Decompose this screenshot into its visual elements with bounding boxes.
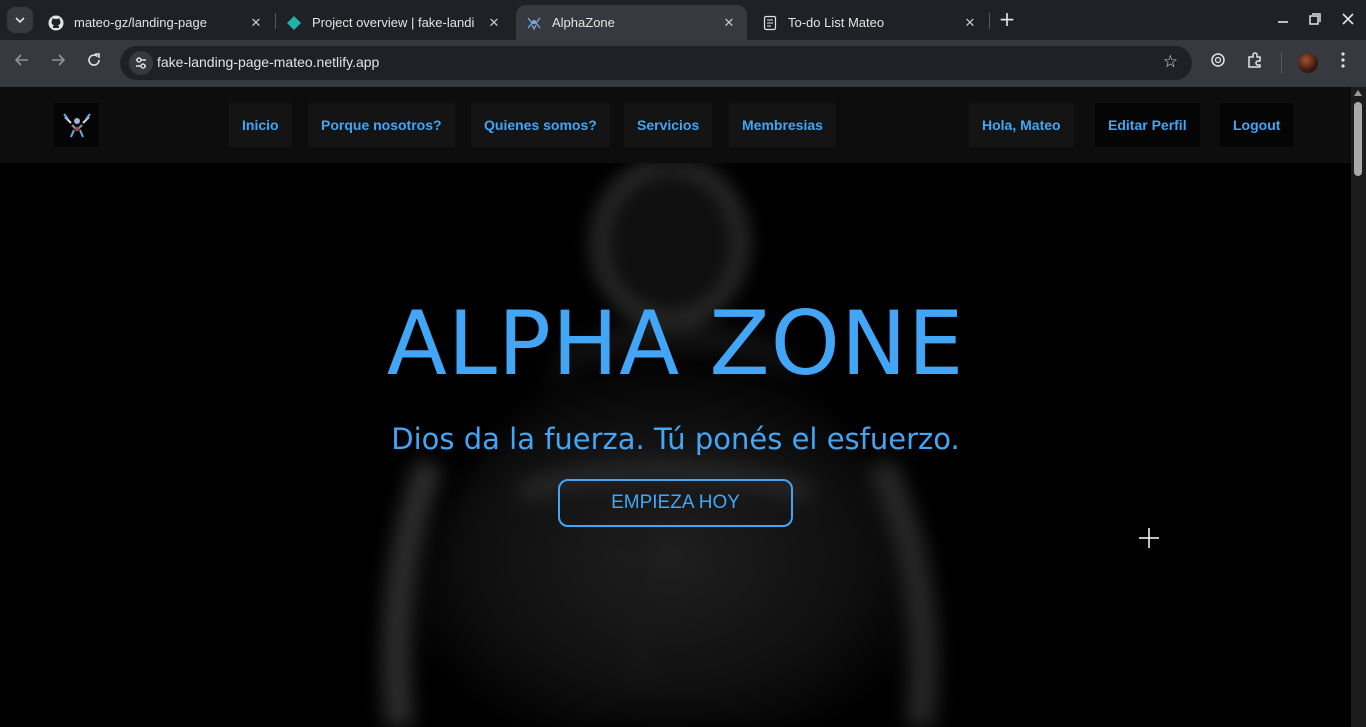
nav-link-servicios[interactable]: Servicios <box>624 103 713 147</box>
scrollbar-thumb[interactable] <box>1354 102 1362 176</box>
toolbar-divider <box>1281 52 1282 74</box>
profile-avatar[interactable] <box>1298 53 1318 73</box>
reload-button[interactable] <box>82 51 106 75</box>
address-bar[interactable]: fake-landing-page-mateo.netlify.app ☆ <box>120 46 1192 80</box>
logout-button[interactable]: Logout <box>1220 103 1294 147</box>
tab-todo[interactable]: To-do List Mateo ✕ <box>752 5 988 40</box>
page-viewport: Inicio Porque nosotros? Quienes somos? S… <box>0 87 1351 727</box>
tab-alphazone[interactable]: AlphaZone ✕ <box>516 5 747 40</box>
close-icon[interactable]: ✕ <box>248 15 264 31</box>
tab-github[interactable]: mateo-gz/landing-page ✕ <box>38 5 274 40</box>
chevron-down-icon <box>15 17 25 23</box>
page-scrollbar[interactable] <box>1351 87 1366 727</box>
forward-button[interactable] <box>46 51 70 75</box>
more-menu-icon[interactable] <box>1331 51 1355 75</box>
document-icon <box>762 15 778 31</box>
site-logo[interactable] <box>54 103 99 147</box>
arrow-left-icon <box>14 54 28 66</box>
minimize-button[interactable] <box>1271 8 1295 32</box>
alphazone-icon <box>526 15 542 31</box>
tab-title: mateo-gz/landing-page <box>74 15 207 30</box>
move-cursor-icon <box>1139 528 1159 548</box>
back-button[interactable] <box>10 51 34 75</box>
edit-profile-button[interactable]: Editar Perfil <box>1095 103 1200 147</box>
close-window-button[interactable] <box>1336 8 1360 32</box>
tune-icon <box>136 57 146 69</box>
maximize-button[interactable] <box>1303 8 1327 32</box>
scroll-up-arrow-icon[interactable] <box>1354 90 1362 96</box>
cta-empieza-hoy-button[interactable]: EMPIEZA HOY <box>558 479 793 527</box>
hero-title: ALPHA ZONE <box>386 292 965 395</box>
nav-link-quienes-somos[interactable]: Quienes somos? <box>471 103 610 147</box>
tab-netlify[interactable]: Project overview | fake-landi ✕ <box>276 5 512 40</box>
bookmark-star-icon[interactable]: ☆ <box>1163 52 1178 72</box>
nav-link-membresias[interactable]: Membresias <box>729 103 836 147</box>
tab-divider <box>989 13 990 29</box>
tab-title: Project overview | fake-landi <box>312 15 475 30</box>
close-icon[interactable]: ✕ <box>721 15 737 31</box>
new-tab-button[interactable]: + <box>995 8 1019 32</box>
close-icon[interactable]: ✕ <box>486 15 502 31</box>
github-icon <box>48 15 64 31</box>
restore-icon <box>1309 13 1321 25</box>
url-text[interactable]: fake-landing-page-mateo.netlify.app <box>157 54 379 70</box>
close-icon[interactable]: ✕ <box>962 15 978 31</box>
nav-link-inicio[interactable]: Inicio <box>229 103 292 147</box>
site-info-button[interactable] <box>129 51 153 75</box>
extensions-puzzle-icon[interactable] <box>1243 51 1267 75</box>
weightlifter-logo-icon <box>62 113 91 138</box>
tab-title: AlphaZone <box>552 15 615 30</box>
arrow-right-icon <box>52 54 66 66</box>
user-greeting[interactable]: Hola, Mateo <box>969 103 1074 147</box>
site-navbar: Inicio Porque nosotros? Quienes somos? S… <box>0 87 1351 163</box>
minimize-icon <box>1278 21 1288 23</box>
tab-strip: mateo-gz/landing-page ✕ Project overview… <box>0 0 1366 40</box>
reload-icon <box>88 53 100 66</box>
tab-title: To-do List Mateo <box>788 15 885 30</box>
hero-subtitle: Dios da la fuerza. Tú ponés el esfuerzo. <box>391 422 960 456</box>
tab-search-button[interactable] <box>7 7 33 33</box>
chatgpt-extension-icon[interactable] <box>1206 51 1230 75</box>
browser-toolbar: fake-landing-page-mateo.netlify.app ☆ <box>0 40 1366 87</box>
nav-link-porque-nosotros[interactable]: Porque nosotros? <box>308 103 455 147</box>
close-icon <box>1342 13 1354 25</box>
netlify-icon <box>286 15 302 31</box>
